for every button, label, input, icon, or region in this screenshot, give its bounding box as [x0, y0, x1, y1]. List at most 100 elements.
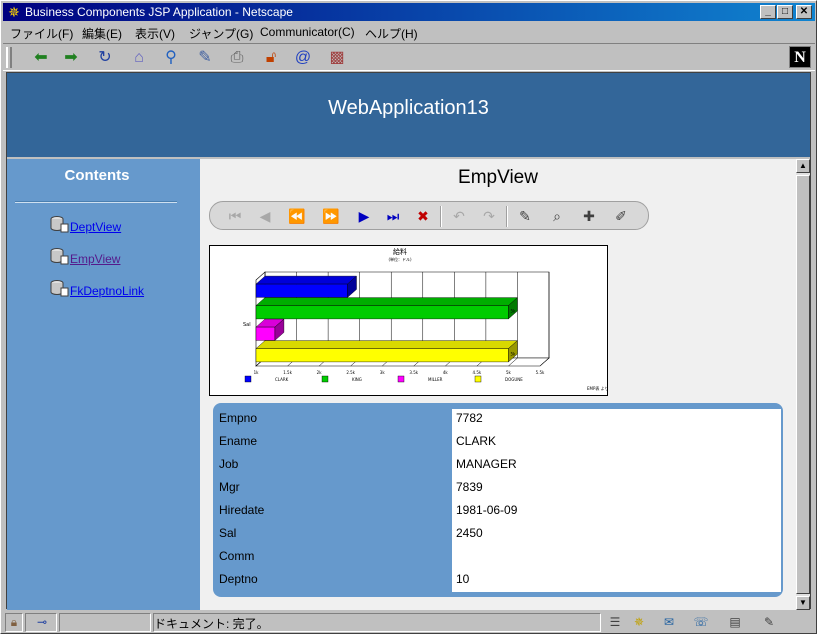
legend-label: KING [352, 377, 362, 382]
delete-record-button[interactable]: ✖ [412, 206, 434, 226]
sidebar-link-label[interactable]: DeptView [70, 220, 121, 234]
chart-tick-label: 1k [254, 370, 260, 375]
rollback-button[interactable]: ↷ [478, 206, 500, 226]
field-label: Comm [219, 549, 255, 563]
chart-footnote: EMP表 より [587, 385, 609, 391]
netscape-guide-icon[interactable]: ✎ [193, 47, 217, 69]
vertical-scrollbar[interactable]: ▲ ▼ [796, 159, 810, 610]
search-icon[interactable]: ⚲ [159, 47, 183, 69]
forward-icon[interactable]: ➡ [59, 47, 83, 69]
navigator-icon[interactable]: ✵ [629, 614, 649, 631]
field-label: Deptno [219, 572, 258, 586]
previous-page-button[interactable]: ⏪ [286, 206, 308, 226]
scroll-down-button[interactable]: ▼ [796, 596, 810, 610]
form-row-comm: Comm [213, 545, 783, 568]
netscape-app-icon: ✵ [8, 4, 20, 20]
salary-chart: 給料 (単位：ドル) Sal EMP表 より 5k 5k 1k 1.5k 2k 2.5k… [209, 245, 609, 396]
menu-file[interactable]: ファイル(F) [10, 25, 73, 42]
composer-icon[interactable]: ▤ [725, 614, 745, 631]
form-row-empno: Empno 7782 [213, 407, 783, 430]
discussions-icon[interactable]: ☏ [691, 614, 711, 631]
edit-record-button[interactable]: ✎ [514, 206, 536, 226]
chart-tick-label: 4k [443, 370, 449, 375]
field-value: 1981-06-09 [456, 503, 518, 517]
menu-communicator[interactable]: Communicator(C) [260, 25, 355, 39]
app-title: WebApplication13 [328, 97, 489, 119]
scroll-up-button[interactable]: ▲ [796, 159, 810, 173]
sidebar: Contents DeptView EmpView FkDeptnoLink [7, 159, 200, 610]
legend-swatch [397, 375, 405, 383]
edit-tool-button[interactable]: ✐ [610, 206, 632, 226]
menu-view[interactable]: 表示(V) [135, 25, 175, 42]
field-label: Mgr [219, 480, 240, 494]
legend-swatch [244, 375, 252, 383]
legend-label: CLARK [275, 377, 289, 382]
sidebar-divider [15, 201, 177, 203]
chart-bar-top [255, 297, 518, 306]
mail-icon[interactable]: ✉ [659, 614, 679, 631]
stop-icon[interactable]: ▩ [325, 47, 349, 69]
sidebar-link-label[interactable]: FkDeptnoLink [70, 284, 144, 298]
component-bar-icon[interactable]: ✎ [759, 614, 779, 631]
chart-tick-label: 5k [506, 370, 512, 375]
chart-subtitle: (単位：ドル) [388, 256, 412, 262]
next-page-button[interactable]: ⏩ [320, 206, 342, 226]
chart-bar [255, 305, 509, 320]
menu-edit[interactable]: 編集(E) [82, 25, 122, 42]
sidebar-link-label[interactable]: EmpView [70, 252, 120, 266]
field-value: 10 [456, 572, 470, 586]
field-label: Hiredate [219, 503, 265, 517]
chart-title: 給料 [393, 247, 407, 256]
chart-data-label: 5k [511, 351, 517, 356]
legend-label: MILLER [428, 377, 443, 382]
connection-icon: ⊸ [36, 615, 48, 629]
database-icon [50, 248, 69, 265]
security-icon[interactable]: 🔓︎ [259, 47, 283, 69]
record-navigation-bar: ⏮ ◀ ⏪ ⏩ ▶ ⏭ ✖ ↶ ↷ ✎ ⌕ ✚ ✐ [209, 201, 649, 230]
window-title: Business Components JSP Application - Ne… [25, 5, 293, 19]
legend-label: DOGUNE [505, 377, 523, 382]
chart-tick-label: 5.5k [536, 370, 545, 375]
scroll-thumb[interactable] [796, 175, 810, 594]
minimize-button[interactable]: _ [760, 5, 776, 19]
back-icon[interactable]: ⬅ [29, 47, 53, 69]
title-bar[interactable]: ✵ Business Components JSP Application - … [3, 3, 815, 21]
toolbar-separator [440, 206, 442, 227]
print-icon[interactable]: ⎙ [225, 47, 249, 69]
netscape-logo[interactable]: N [789, 46, 811, 68]
toolbar-grip[interactable] [6, 47, 12, 68]
sidebar-title: Contents [64, 167, 130, 184]
home-icon[interactable]: ⌂ [127, 47, 151, 69]
chart-tick-label: 1.5k [283, 370, 292, 375]
employee-record-form: Empno 7782 Ename CLARK Job MANAGER Mgr 7… [213, 403, 783, 597]
chart-tick-label: 2.5k [346, 370, 355, 375]
previous-record-button[interactable]: ◀ [254, 206, 276, 226]
insert-record-button[interactable]: ✚ [578, 206, 600, 226]
chart-tick-label: 3k [380, 370, 386, 375]
form-row-hiredate: Hiredate 1981-06-09 [213, 499, 783, 522]
browser-window: ✵ Business Components JSP Application - … [0, 0, 817, 634]
query-button[interactable]: ⌕ [546, 206, 568, 226]
chart-bar-top [255, 275, 358, 285]
field-value: CLARK [456, 434, 497, 448]
chart-svg: 給料 (単位：ドル) Sal EMP表 より 5k 5k 1k 1.5k 2k 2.5k… [243, 247, 609, 391]
first-record-button[interactable]: ⏮ [224, 206, 246, 226]
maximize-button[interactable]: □ [777, 5, 793, 19]
chart-tick-label: 3.5k [409, 370, 418, 375]
commit-button[interactable]: ↶ [448, 206, 470, 226]
shop-icon[interactable]: @ [291, 47, 315, 69]
reload-icon[interactable]: ↻ [93, 47, 117, 69]
status-bar: 🔒︎ ⊸ ドキュメント: 完了。 ☰ ✵ ✉ ☏ ▤ ✎ [3, 611, 815, 633]
last-record-button[interactable]: ⏭ [382, 206, 404, 226]
form-row-job: Job MANAGER [213, 453, 783, 476]
chart-data-label: 5k [511, 308, 517, 313]
menu-jump[interactable]: ジャンプ(G) [189, 25, 253, 42]
lock-icon[interactable]: 🔒︎ [4, 614, 24, 631]
close-button[interactable]: ✕ [796, 5, 812, 19]
toolbar-separator [506, 206, 508, 227]
menu-help[interactable]: ヘルプ(H) [365, 25, 418, 42]
page-viewport: WebApplication13 Contents DeptView EmpVi… [6, 72, 811, 610]
form-row-deptno: Deptno 10 [213, 568, 783, 591]
next-record-button[interactable]: ▶ [353, 206, 375, 226]
menu-bar: ファイル(F) 編集(E) 表示(V) ジャンプ(G) Communicator… [3, 22, 815, 42]
